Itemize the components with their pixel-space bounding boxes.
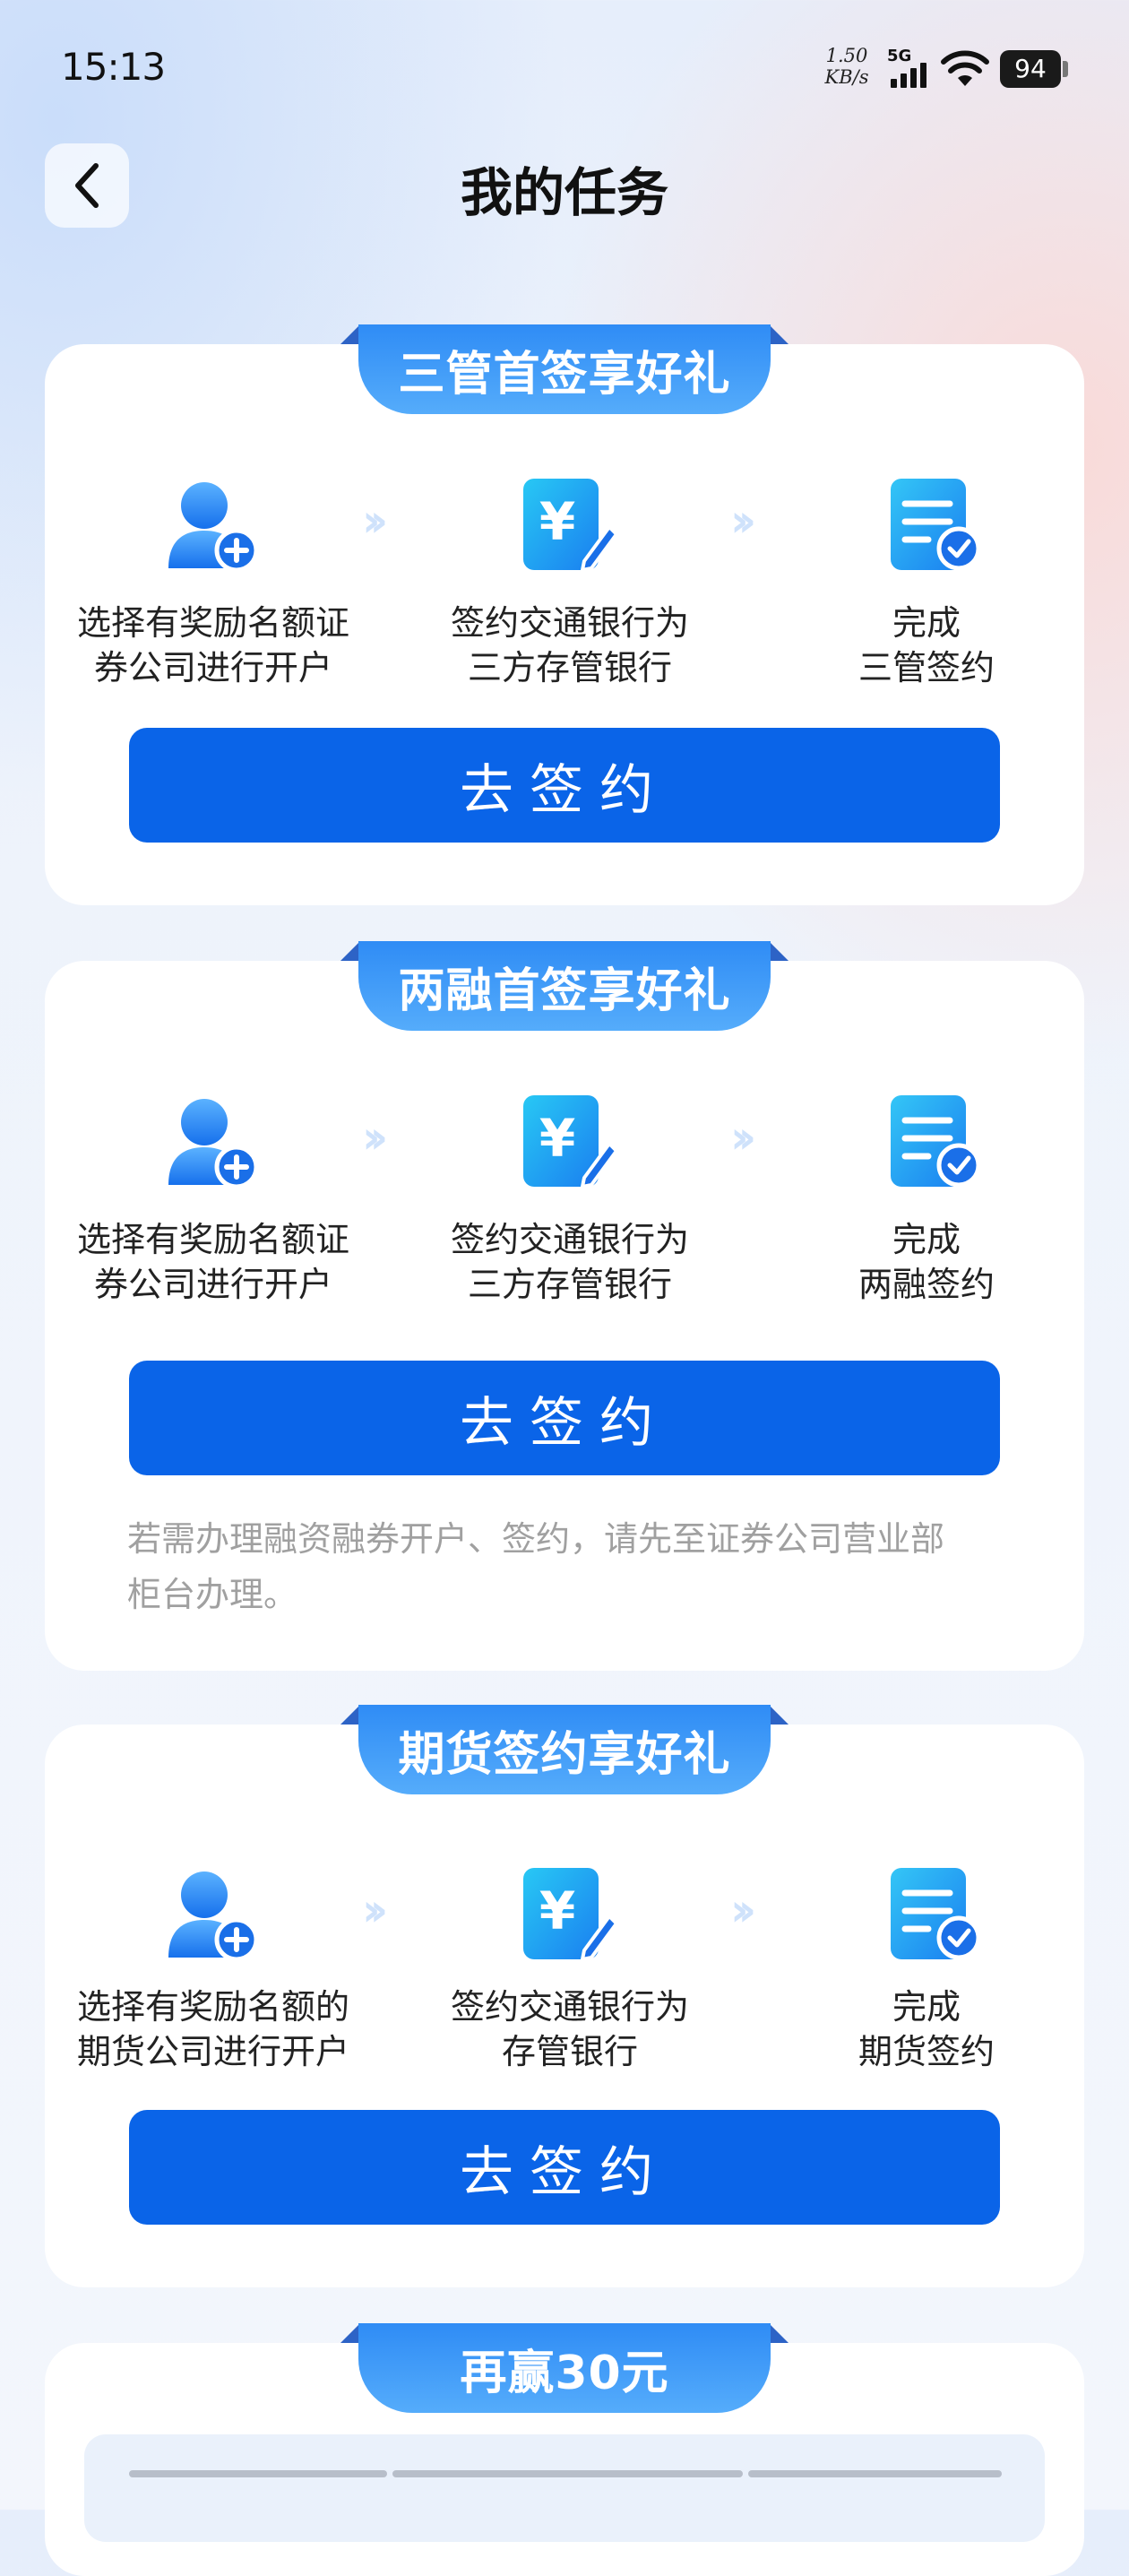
- chevron-right-icon: ››: [362, 1111, 388, 1163]
- network-speed-unit: KB/s: [824, 66, 869, 88]
- battery-nub: [1063, 61, 1068, 77]
- yuan-sign-icon: ¥: [523, 1868, 618, 1961]
- status-bar: 15:13 1.50 KB/s 5G 94: [0, 0, 1129, 134]
- page-title: 我的任务: [460, 162, 668, 223]
- document-check-icon: [891, 1095, 981, 1188]
- go-sign-button[interactable]: 去签约: [129, 2110, 1000, 2225]
- card-ribbon: 两融首签享好礼: [340, 941, 789, 1031]
- step-label-sign-bank: 签约交通银行为 三方存管银行: [450, 603, 689, 687]
- go-sign-button[interactable]: 去签约: [129, 1361, 1000, 1475]
- ribbon-title: 期货签约享好礼: [358, 1705, 771, 1794]
- step-label-complete: 完成 期货签约: [858, 1987, 995, 2071]
- yuan-sign-icon: ¥: [523, 1095, 618, 1189]
- ribbon-title: 三管首签享好礼: [358, 324, 771, 414]
- card-ribbon: 三管首签享好礼: [340, 324, 789, 414]
- svg-text:¥: ¥: [539, 1108, 575, 1169]
- svg-text:¥: ¥: [539, 1880, 575, 1941]
- cellular-signal-icon: 5G: [887, 47, 934, 90]
- task-card-futures: 期货签约享好礼 ›› ¥ ›› 选择有奖励名额的 期货公司进行开户 签约交通银行…: [45, 1705, 1084, 2287]
- yuan-sign-icon: ¥: [523, 479, 618, 572]
- step-label-open-account: 选择有奖励名额的 期货公司进行开户: [76, 1987, 349, 2071]
- svg-text:¥: ¥: [539, 491, 575, 552]
- user-add-icon: [168, 1099, 259, 1189]
- step-label-complete: 完成 两融签约: [858, 1220, 995, 1304]
- user-add-icon: [168, 482, 259, 573]
- battery-indicator: 94: [1000, 50, 1061, 88]
- progress-tabs: [129, 2470, 1003, 2477]
- network-speed: 1.50 KB/s: [824, 45, 869, 88]
- step-label-complete: 完成 三管签约: [858, 603, 995, 687]
- step-label-sign-bank: 签约交通银行为 存管银行: [450, 1987, 689, 2071]
- status-time: 15:13: [61, 45, 166, 89]
- ribbon-title: 再赢30元: [358, 2323, 771, 2413]
- task-card-liangrong: 两融首签享好礼 ›› ¥ ›› 选择有奖励名额证 券公司进行开户 签约交通银行为…: [45, 941, 1084, 1671]
- step-label-open-account: 选择有奖励名额证 券公司进行开户: [76, 603, 349, 687]
- ribbon-title: 两融首签享好礼: [358, 941, 771, 1031]
- card-ribbon: 再赢30元: [340, 2323, 789, 2413]
- document-check-icon: [891, 479, 981, 571]
- user-add-icon: [168, 1871, 259, 1962]
- card-ribbon: 期货签约享好礼: [340, 1705, 789, 1794]
- task-card-sanguan: 三管首签享好礼 ›› ¥ ›› 选择有奖励名额证 券公司进行开户 签约交通银行为…: [45, 324, 1084, 905]
- go-sign-button[interactable]: 去签约: [129, 728, 1000, 843]
- step-label-sign-bank: 签约交通银行为 三方存管银行: [450, 1220, 689, 1304]
- step-label-open-account: 选择有奖励名额证 券公司进行开户: [76, 1220, 349, 1304]
- wifi-icon: [941, 50, 989, 86]
- chevron-right-icon: ››: [362, 1884, 388, 1936]
- margin-trading-note: 若需办理融资融券开户、签约，请先至证券公司营业部 柜台办理。: [127, 1519, 945, 1614]
- chevron-right-icon: ››: [730, 1111, 756, 1163]
- chevron-right-icon: ››: [730, 495, 756, 547]
- bonus-task-panel: [84, 2434, 1045, 2542]
- task-card-bonus: 再赢30元: [45, 2323, 1084, 2576]
- document-check-icon: [891, 1868, 981, 1960]
- chevron-right-icon: ››: [730, 1884, 756, 1936]
- network-speed-value: 1.50: [825, 45, 868, 66]
- chevron-right-icon: ››: [362, 495, 388, 547]
